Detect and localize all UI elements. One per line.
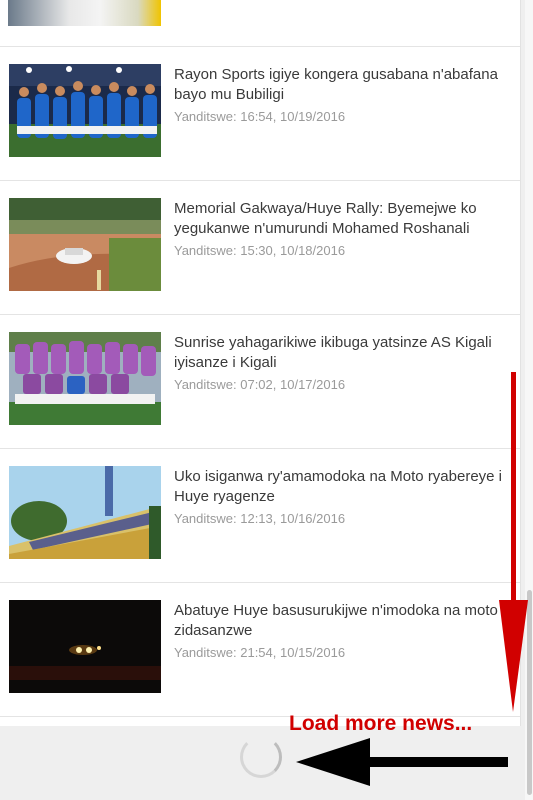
arrow-left-icon — [296, 738, 508, 786]
arrow-down-icon — [499, 372, 528, 712]
annotation-arrows — [296, 372, 528, 786]
annotation-label: Load more news... — [289, 712, 473, 735]
